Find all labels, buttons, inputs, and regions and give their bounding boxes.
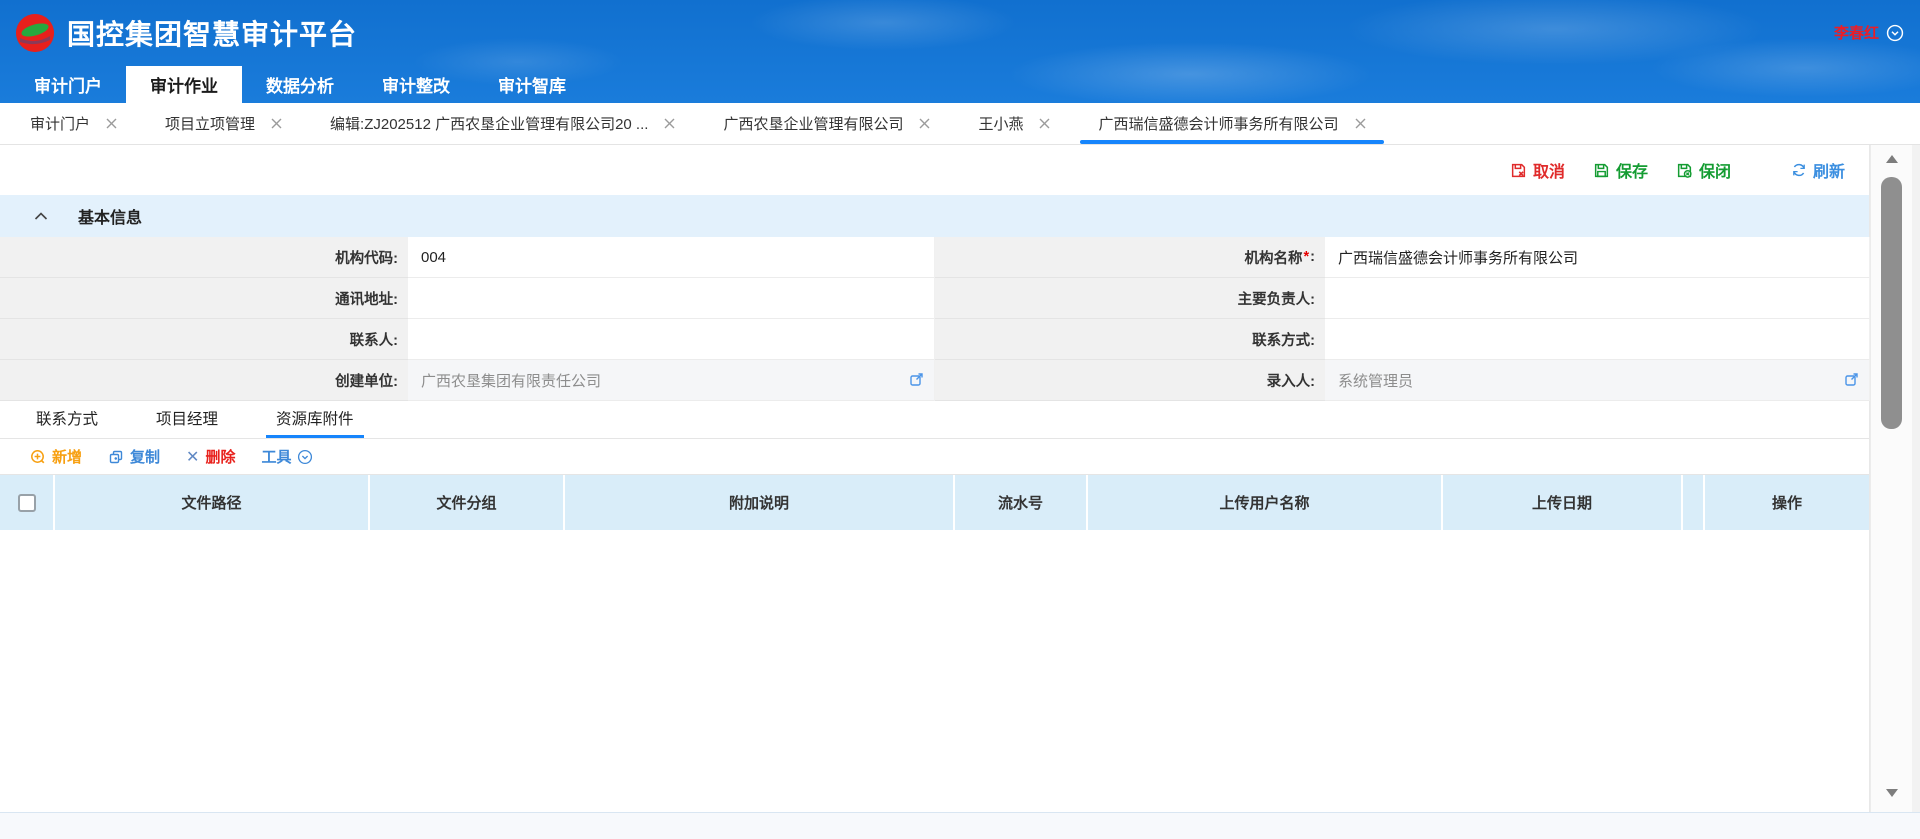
tab-resource-attachments[interactable]: 资源库附件 xyxy=(272,407,358,438)
entry-person-field[interactable]: 系统管理员 xyxy=(1325,360,1870,401)
nav-item-data-analysis[interactable]: 数据分析 xyxy=(242,66,358,103)
col-upload-user: 上传用户名称 xyxy=(1088,475,1443,530)
document-tabbar: 审计门户 项目立项管理 编辑:ZJ202512 广西农垦企业管理有限公司20 .… xyxy=(0,103,1920,145)
external-link-icon[interactable] xyxy=(909,372,924,387)
close-icon[interactable] xyxy=(919,118,930,129)
field-label-entry-person: 录入人: xyxy=(935,360,1325,401)
col-upload-date: 上传日期 xyxy=(1443,475,1683,530)
field-label-contact: 联系人: xyxy=(0,319,408,360)
footer-strip xyxy=(0,812,1920,839)
chevron-up-icon[interactable] xyxy=(34,211,48,221)
cancel-button[interactable]: 取消 xyxy=(1510,158,1565,182)
external-link-icon[interactable] xyxy=(1844,372,1859,387)
contact-input[interactable] xyxy=(408,319,935,360)
attachment-table-body xyxy=(0,530,1869,812)
save-cancel-icon xyxy=(1510,162,1527,179)
doc-tab-ruixin-firm[interactable]: 广西瑞信盛德会计师事务所有限公司 xyxy=(1074,103,1389,144)
doc-tab-wangxiaoyan[interactable]: 王小燕 xyxy=(954,103,1074,144)
contact-way-input[interactable] xyxy=(1325,319,1870,360)
field-label-create-unit: 创建单位: xyxy=(0,360,408,401)
nav-item-audit-portal[interactable]: 审计门户 xyxy=(10,66,126,103)
app-header: 国控集团智慧审计平台 李春红 xyxy=(0,0,1920,66)
select-all-cell xyxy=(0,475,55,530)
select-all-checkbox[interactable] xyxy=(18,494,36,512)
col-file-group: 文件分组 xyxy=(370,475,565,530)
org-name-input[interactable]: 广西瑞信盛德会计师事务所有限公司 xyxy=(1325,237,1870,278)
scroll-up-button[interactable] xyxy=(1871,154,1912,164)
field-label-address: 通讯地址: xyxy=(0,278,408,319)
doc-tab-project-approval[interactable]: 项目立项管理 xyxy=(141,103,306,144)
tab-project-manager[interactable]: 项目经理 xyxy=(152,407,222,438)
col-extra-note: 附加说明 xyxy=(565,475,955,530)
doc-tab-edit-zj202512[interactable]: 编辑:ZJ202512 广西农垦企业管理有限公司20 ... xyxy=(306,103,699,144)
nav-item-audit-rectify[interactable]: 审计整改 xyxy=(358,66,474,103)
col-spacer xyxy=(1683,475,1705,530)
user-name[interactable]: 李春红 xyxy=(1834,22,1879,43)
field-label-principal: 主要负责人: xyxy=(935,278,1325,319)
vertical-scrollbar[interactable] xyxy=(1870,145,1912,812)
doc-tab-gxnk-company[interactable]: 广西农垦企业管理有限公司 xyxy=(699,103,954,144)
address-input[interactable] xyxy=(408,278,935,319)
section-title: 基本信息 xyxy=(78,204,142,228)
org-code-input[interactable]: 004 xyxy=(408,237,935,278)
chevron-down-circle-icon xyxy=(297,449,313,465)
right-edge-gap xyxy=(1912,145,1920,812)
detail-tabs: 联系方式 项目经理 资源库附件 xyxy=(0,401,1869,439)
refresh-button[interactable]: 刷新 xyxy=(1791,158,1845,182)
copy-icon xyxy=(108,449,124,465)
form-action-bar: 取消 保存 保闭 刷新 xyxy=(0,145,1869,195)
required-mark: * xyxy=(1304,249,1310,265)
close-icon[interactable] xyxy=(271,118,282,129)
save-close-button[interactable]: 保闭 xyxy=(1676,158,1731,182)
user-menu[interactable]: 李春红 xyxy=(1834,22,1904,43)
attachment-table-header: 文件路径 文件分组 附加说明 流水号 上传用户名称 上传日期 操作 xyxy=(0,475,1869,530)
refresh-icon xyxy=(1791,162,1807,178)
delete-button[interactable]: ✕ 删除 xyxy=(186,446,235,467)
scrollbar-thumb[interactable] xyxy=(1881,177,1902,429)
attachment-toolbar: 新增 复制 ✕ 删除 工具 xyxy=(0,439,1869,475)
col-serial-no: 流水号 xyxy=(955,475,1088,530)
close-icon[interactable] xyxy=(664,118,675,129)
section-basic-info[interactable]: 基本信息 xyxy=(0,195,1869,237)
chevron-down-circle-icon[interactable] xyxy=(1886,24,1904,42)
copy-button[interactable]: 复制 xyxy=(108,446,160,467)
close-icon[interactable] xyxy=(106,118,117,129)
page-title: 国控集团智慧审计平台 xyxy=(67,13,357,53)
col-file-path: 文件路径 xyxy=(55,475,370,530)
tab-contact-way[interactable]: 联系方式 xyxy=(32,407,102,438)
save-icon xyxy=(1593,162,1610,179)
nav-item-audit-knowledge[interactable]: 审计智库 xyxy=(474,66,590,103)
close-icon[interactable] xyxy=(1039,118,1050,129)
content-area: 取消 保存 保闭 刷新 基本信息 机构代码: 004 机构名称 xyxy=(0,145,1920,812)
save-close-icon xyxy=(1676,162,1693,179)
close-icon[interactable] xyxy=(1355,118,1366,129)
plus-circle-icon xyxy=(30,449,46,465)
company-logo-icon xyxy=(16,14,54,52)
nav-item-audit-work[interactable]: 审计作业 xyxy=(126,66,242,103)
principal-input[interactable] xyxy=(1325,278,1870,319)
add-button[interactable]: 新增 xyxy=(30,446,82,467)
save-button[interactable]: 保存 xyxy=(1593,158,1648,182)
create-unit-field[interactable]: 广西农垦集团有限责任公司 xyxy=(408,360,935,401)
basic-info-form: 机构代码: 004 机构名称*: 广西瑞信盛德会计师事务所有限公司 通讯地址: … xyxy=(0,237,1869,401)
field-label-org-name: 机构名称*: xyxy=(935,237,1325,278)
x-icon: ✕ xyxy=(186,447,199,467)
main-nav: 审计门户 审计作业 数据分析 审计整改 审计智库 xyxy=(0,66,1920,103)
col-operation: 操作 xyxy=(1705,475,1869,530)
scroll-down-button[interactable] xyxy=(1871,788,1912,798)
doc-tab-audit-portal[interactable]: 审计门户 xyxy=(6,103,141,144)
top-banner: 国控集团智慧审计平台 李春红 审计门户 审计作业 数据分析 审计整改 审计智库 xyxy=(0,0,1920,103)
field-label-contact-way: 联系方式: xyxy=(935,319,1325,360)
tools-button[interactable]: 工具 xyxy=(261,446,313,467)
field-label-org-code: 机构代码: xyxy=(0,237,408,278)
